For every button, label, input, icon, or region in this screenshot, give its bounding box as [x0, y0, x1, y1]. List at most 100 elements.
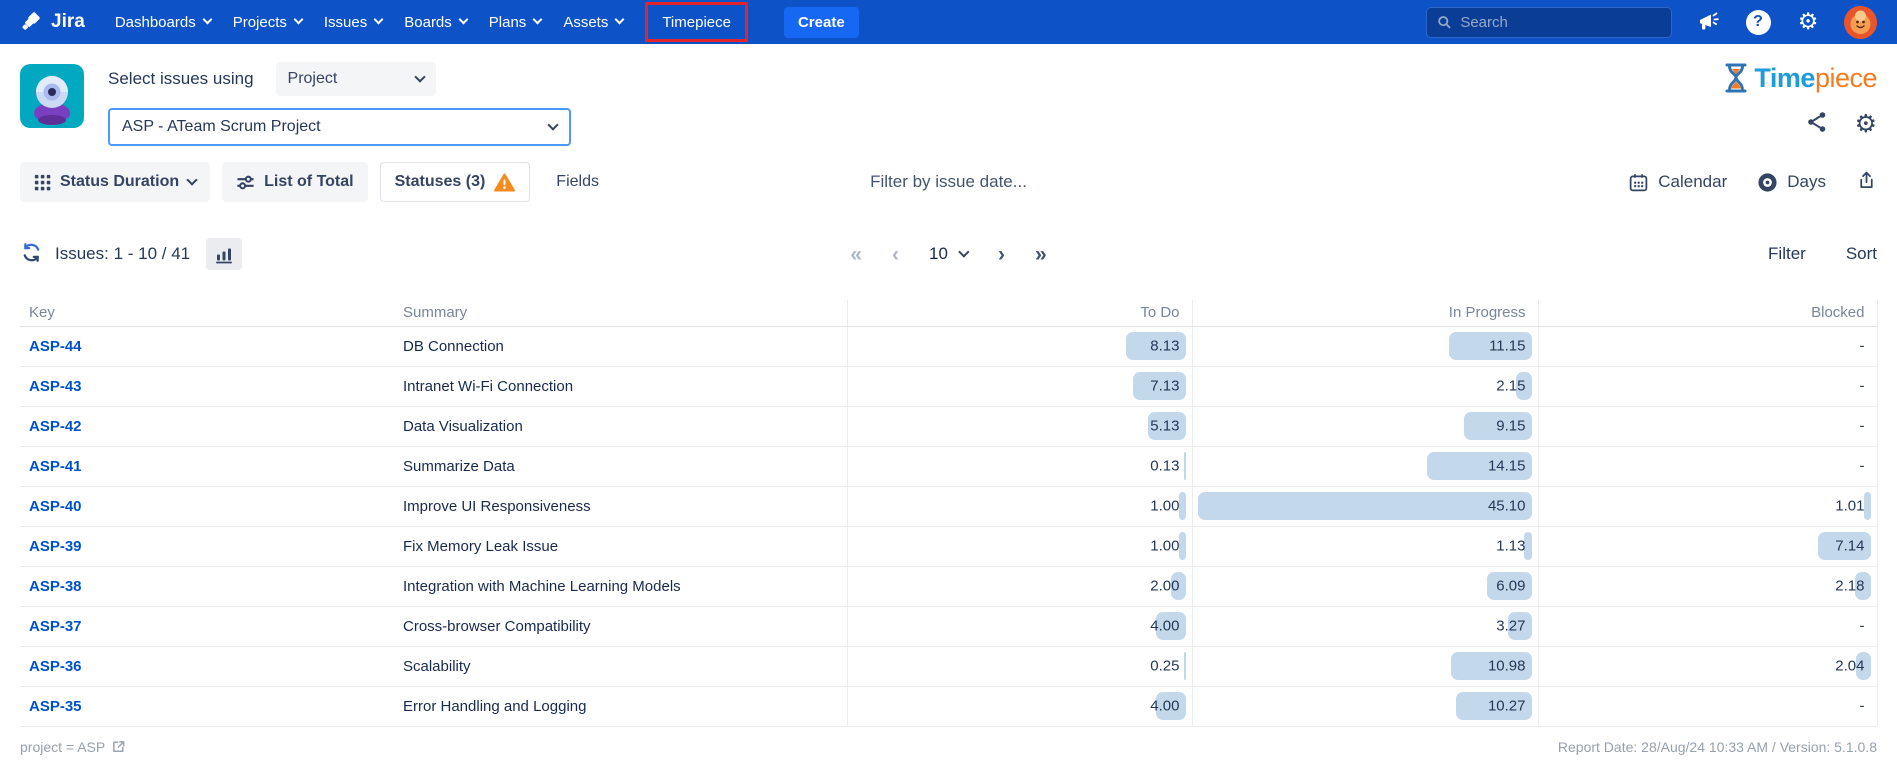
table-row: ASP-43Intranet Wi-Fi Connection7.132.15-: [20, 366, 1877, 406]
select-mode-dropdown[interactable]: Project: [276, 62, 436, 96]
todo-cell: 8.13: [847, 326, 1192, 366]
summary-cell: Data Visualization: [403, 406, 847, 446]
issue-key-link[interactable]: ASP-37: [29, 618, 82, 635]
summary-text: DB Connection: [403, 338, 504, 355]
settings-button[interactable]: ⚙: [1794, 8, 1822, 36]
sort-button[interactable]: Sort: [1846, 244, 1877, 264]
issue-key-link[interactable]: ASP-43: [29, 378, 82, 395]
report-settings-button[interactable]: ⚙: [1855, 111, 1877, 136]
refresh-icon: [20, 241, 43, 264]
eye-icon: [1757, 172, 1778, 193]
in-progress-cell: 9.15: [1192, 406, 1538, 446]
refresh-button[interactable]: [20, 241, 43, 267]
grid-icon: [34, 174, 51, 191]
blocked-cell: -: [1538, 446, 1877, 486]
duration-value: 0.13: [1150, 458, 1179, 475]
in-progress-cell: 11.15: [1192, 326, 1538, 366]
report-header: Select issues using Project ASP - ATeam …: [0, 44, 1897, 160]
help-button[interactable]: ?: [1744, 8, 1772, 36]
summary-text: Scalability: [403, 658, 471, 675]
table-row: ASP-44 DB Connection 8.13 11.15 -: [20, 326, 1877, 366]
filter-button[interactable]: Filter: [1768, 244, 1806, 264]
column-header-summary[interactable]: Summary: [403, 300, 847, 326]
project-dropdown[interactable]: ASP - ATeam Scrum Project: [108, 108, 571, 146]
fields-button[interactable]: Fields: [542, 162, 613, 202]
search-input[interactable]: [1460, 14, 1661, 31]
duration-value: -: [1860, 418, 1865, 435]
statuses-button[interactable]: Statuses (3): [380, 162, 531, 202]
table-row: ASP-36Scalability0.2510.982.04: [20, 646, 1877, 686]
list-of-total-button[interactable]: List of Total: [222, 162, 367, 202]
duration-value: 4.00: [1150, 698, 1179, 715]
issue-key-link[interactable]: ASP-44: [29, 338, 82, 355]
issue-key-link[interactable]: ASP-38: [29, 578, 82, 595]
days-toggle-button[interactable]: Days: [1757, 172, 1826, 193]
summary-text: Fix Memory Leak Issue: [403, 538, 558, 555]
jira-brand-text: Jira: [51, 11, 85, 33]
summary-cell: Cross-browser Compatibility: [403, 606, 847, 646]
export-button[interactable]: [1856, 170, 1877, 194]
duration-value: 7.14: [1835, 538, 1864, 555]
top-nav-bar: Jira Dashboards Projects Issues Boards P…: [0, 0, 1897, 44]
column-header-in-progress[interactable]: In Progress: [1192, 300, 1538, 326]
page-size-dropdown[interactable]: 10: [929, 244, 968, 264]
create-button[interactable]: Create: [784, 7, 859, 38]
duration-value: -: [1860, 338, 1865, 355]
first-page-button[interactable]: «: [850, 244, 862, 265]
column-header-todo[interactable]: To Do: [847, 300, 1192, 326]
chart-view-button[interactable]: [206, 238, 242, 270]
in-progress-cell: 14.15: [1192, 446, 1538, 486]
summary-cell: DB Connection: [403, 326, 847, 366]
summary-text: Error Handling and Logging: [403, 698, 586, 715]
chevron-down-icon: [293, 15, 303, 25]
nav-item-dashboards[interactable]: Dashboards: [115, 14, 211, 31]
chevron-down-icon: [958, 246, 969, 257]
last-page-button[interactable]: »: [1035, 244, 1047, 265]
search-icon: [1437, 14, 1451, 30]
duration-value: 45.10: [1488, 498, 1526, 515]
chevron-down-icon: [547, 119, 558, 130]
blocked-cell: -: [1538, 606, 1877, 646]
nav-item-issues[interactable]: Issues: [324, 14, 382, 31]
issue-key-link[interactable]: ASP-40: [29, 498, 82, 515]
issue-key-link[interactable]: ASP-42: [29, 418, 82, 435]
next-page-button[interactable]: ›: [998, 244, 1005, 265]
issue-key-cell: ASP-41: [20, 446, 403, 486]
column-header-blocked[interactable]: Blocked: [1538, 300, 1877, 326]
in-progress-cell: 45.10: [1192, 486, 1538, 526]
jira-home-link[interactable]: Jira: [20, 10, 85, 34]
duration-value: 1.00: [1150, 498, 1179, 515]
issue-key-link[interactable]: ASP-36: [29, 658, 82, 675]
nav-item-boards[interactable]: Boards: [404, 14, 467, 31]
user-avatar[interactable]: [1844, 6, 1877, 39]
summary-cell: Error Handling and Logging: [403, 686, 847, 726]
duration-value: 1.13: [1496, 538, 1525, 555]
duration-bar: [1179, 492, 1186, 520]
issue-key-link[interactable]: ASP-39: [29, 538, 82, 555]
duration-value: 8.13: [1150, 338, 1179, 355]
share-button[interactable]: [1805, 110, 1829, 137]
nav-item-plans[interactable]: Plans: [489, 14, 542, 31]
timepiece-logo: Timepiece: [1722, 62, 1877, 94]
avatar-image: [1844, 6, 1877, 39]
duration-value: 2.15: [1496, 378, 1525, 395]
nav-item-projects[interactable]: Projects: [233, 14, 302, 31]
prev-page-button[interactable]: ‹: [892, 244, 899, 265]
summary-cell: Intranet Wi-Fi Connection: [403, 366, 847, 406]
report-type-button[interactable]: Status Duration: [20, 162, 210, 202]
global-search-box[interactable]: [1426, 7, 1672, 38]
calendar-button[interactable]: Calendar: [1628, 172, 1727, 193]
issue-date-filter[interactable]: Filter by issue date...: [870, 172, 1027, 192]
in-progress-cell: 2.15: [1192, 366, 1538, 406]
issue-key-link[interactable]: ASP-35: [29, 698, 82, 715]
issue-key-cell: ASP-42: [20, 406, 403, 446]
nav-item-assets[interactable]: Assets: [563, 14, 623, 31]
column-header-key[interactable]: Key: [20, 300, 403, 326]
announcements-button[interactable]: [1694, 8, 1722, 36]
todo-cell: 4.00: [847, 686, 1192, 726]
jql-query-link[interactable]: project = ASP: [20, 739, 126, 755]
nav-item-timepiece[interactable]: Timepiece: [662, 14, 731, 31]
issue-key-link[interactable]: ASP-41: [29, 458, 82, 475]
table-header-row: Key Summary To Do In Progress Blocked: [20, 300, 1877, 326]
todo-cell: 1.00: [847, 486, 1192, 526]
